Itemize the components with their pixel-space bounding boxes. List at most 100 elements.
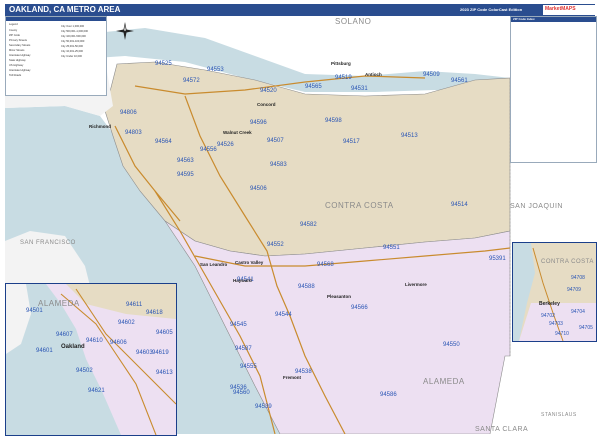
- zip-label: 94586: [380, 392, 397, 398]
- inset-oakland-zip-label: 94611: [126, 302, 143, 308]
- zip-label: 94582: [300, 222, 317, 228]
- inset-oakland-zip-label: 94603: [136, 350, 153, 356]
- map-legend: Legend County ZIP Code Primary Streets S…: [5, 16, 107, 96]
- zip-label: 94550: [443, 342, 460, 348]
- city-label: Livermore: [405, 282, 427, 287]
- zip-label: 94545: [230, 322, 247, 328]
- legend-item-county: County: [9, 29, 18, 32]
- inset-oakland-county-label: ALAMEDA: [38, 299, 80, 308]
- zip-label: 94560: [233, 390, 250, 396]
- legend-title: Legend: [9, 23, 18, 26]
- map-title: OAKLAND, CA METRO AREA: [9, 5, 121, 14]
- zip-label: 94587: [235, 346, 252, 352]
- inset-oakland-zip-label: 94502: [76, 368, 93, 374]
- city-label: Pleasanton: [327, 294, 351, 299]
- legend-city-4: City 50,001-100,000: [61, 40, 85, 43]
- zip-label: 94598: [325, 118, 342, 124]
- legend-city-1: City Over 1,000,000: [61, 25, 85, 28]
- zip-label: 94563: [177, 158, 194, 164]
- inset-berkeley[interactable]: 94708 94709 94702 94703 94704 94705 94710 CONT…: [512, 242, 597, 342]
- zip-label: 94566: [351, 305, 368, 311]
- zip-label: 94568: [317, 262, 334, 268]
- city-label: Concord: [257, 102, 276, 107]
- legend-item-primary-streets: Primary Streets: [9, 39, 27, 42]
- zip-label: 94553: [207, 67, 224, 73]
- zip-label: 94519: [335, 75, 352, 81]
- zip-label: 94551: [383, 245, 400, 251]
- index-header: ZIP Code Index: [511, 17, 596, 22]
- zip-label: 94588: [298, 284, 315, 290]
- inset-oakland-zip-label: 94501: [26, 308, 43, 314]
- city-label: Richmond: [89, 124, 111, 129]
- city-label: Antioch: [365, 72, 382, 77]
- county-label: CONTRA COSTA: [325, 201, 394, 210]
- inset-berkeley-city-label: Berkeley: [539, 301, 560, 307]
- zip-label: 94595: [177, 172, 194, 178]
- inset-oakland-zip-label: 94605: [156, 330, 173, 336]
- zip-label: 95391: [489, 256, 506, 262]
- title-bar: OAKLAND, CA METRO AREA 2023 ZIP Code Col…: [5, 4, 595, 16]
- zip-label: 94544: [275, 312, 292, 318]
- legend-item-interstate-2: Interstate Highway: [9, 69, 31, 72]
- zip-label: 94565: [305, 84, 322, 90]
- legend-item-toll-roads: Toll Roads: [9, 74, 22, 77]
- inset-berkeley-zip-label: 94710: [555, 331, 569, 337]
- zip-label: 94509: [423, 72, 440, 78]
- zip-label: 94506: [250, 186, 267, 192]
- zip-label: 94596: [250, 120, 267, 126]
- zip-label: 94513: [401, 133, 418, 139]
- zip-label: 94806: [120, 110, 137, 116]
- city-label: San Leandro: [200, 262, 228, 267]
- inset-berkeley-zip-label: 94705: [579, 325, 593, 331]
- city-label: Walnut Creek: [223, 130, 252, 135]
- logo-text: MarketMAPS: [545, 6, 576, 12]
- zip-label: 94552: [267, 242, 284, 248]
- inset-berkeley-zip-label: 94709: [567, 287, 581, 293]
- inset-berkeley-canvas[interactable]: 94708 94709 94702 94703 94704 94705 94710 CONT…: [513, 243, 596, 341]
- compass-icon: [116, 22, 134, 40]
- zip-label: 94572: [183, 78, 200, 84]
- inset-oakland-canvas[interactable]: 94501 94502 94607 94610 94602 94606 94601 94621…: [6, 284, 176, 435]
- zip-label: 94555: [240, 364, 257, 370]
- inset-oakland-zip-label: 94618: [146, 310, 163, 316]
- county-label: SAN FRANCISCO: [20, 240, 76, 246]
- legend-item-interstate: Interstate Highway: [9, 54, 31, 57]
- inset-oakland-zip-label: 94606: [110, 340, 127, 346]
- zip-index-panel: ZIP Code Index: [510, 16, 597, 163]
- inset-berkeley-zip-label: 94702: [541, 313, 555, 319]
- legend-city-6: City 10,001-25,000: [61, 50, 83, 53]
- legend-header: [6, 17, 106, 21]
- inset-berkeley-county-label: CONTRA COSTA: [541, 259, 594, 265]
- inset-oakland-zip-label: 94602: [118, 320, 135, 326]
- inset-oakland-city-label: Oakland: [61, 344, 85, 350]
- inset-oakland-zip-label: 94607: [56, 332, 73, 338]
- edition-label: 2023 ZIP Code ColorCast Edition: [460, 7, 523, 12]
- zip-label: 94561: [451, 78, 468, 84]
- inset-oakland-zip-label: 94619: [152, 350, 169, 356]
- publisher-logo: MarketMAPS: [543, 5, 595, 15]
- zip-label: 94525: [155, 61, 172, 67]
- zip-label: 94531: [351, 86, 368, 92]
- inset-oakland-zip-label: 94610: [86, 338, 103, 344]
- zip-label: 94556: [200, 147, 217, 153]
- city-label: Fremont: [283, 375, 302, 380]
- county-label: STANISLAUS: [541, 412, 577, 418]
- inset-oakland-zip-label: 94613: [156, 370, 173, 376]
- zip-label: 94507: [267, 138, 284, 144]
- compass-rose: [116, 22, 134, 40]
- map-frame: OAKLAND, CA METRO AREA 2023 ZIP Code Col…: [0, 0, 600, 438]
- legend-item-zip: ZIP Code: [9, 34, 20, 37]
- city-label: Hayward: [233, 278, 252, 283]
- zip-label: 94564: [155, 139, 172, 145]
- county-label: ALAMEDA: [423, 377, 465, 386]
- legend-item-secondary-streets: Secondary Streets: [9, 44, 31, 47]
- legend-city-7: City Under 10,000: [61, 55, 82, 58]
- zip-label: 94514: [451, 202, 468, 208]
- inset-oakland[interactable]: 94501 94502 94607 94610 94602 94606 94601 94621…: [5, 283, 177, 436]
- legend-item-state-highway: State Highway: [9, 59, 26, 62]
- legend-city-3: City 100,001-500,000: [61, 35, 86, 38]
- county-label: SOLANO: [335, 17, 371, 26]
- county-label: SAN JOAQUIN: [510, 203, 563, 210]
- inset-berkeley-zip-label: 94703: [549, 321, 563, 327]
- zip-label: 94539: [255, 404, 272, 410]
